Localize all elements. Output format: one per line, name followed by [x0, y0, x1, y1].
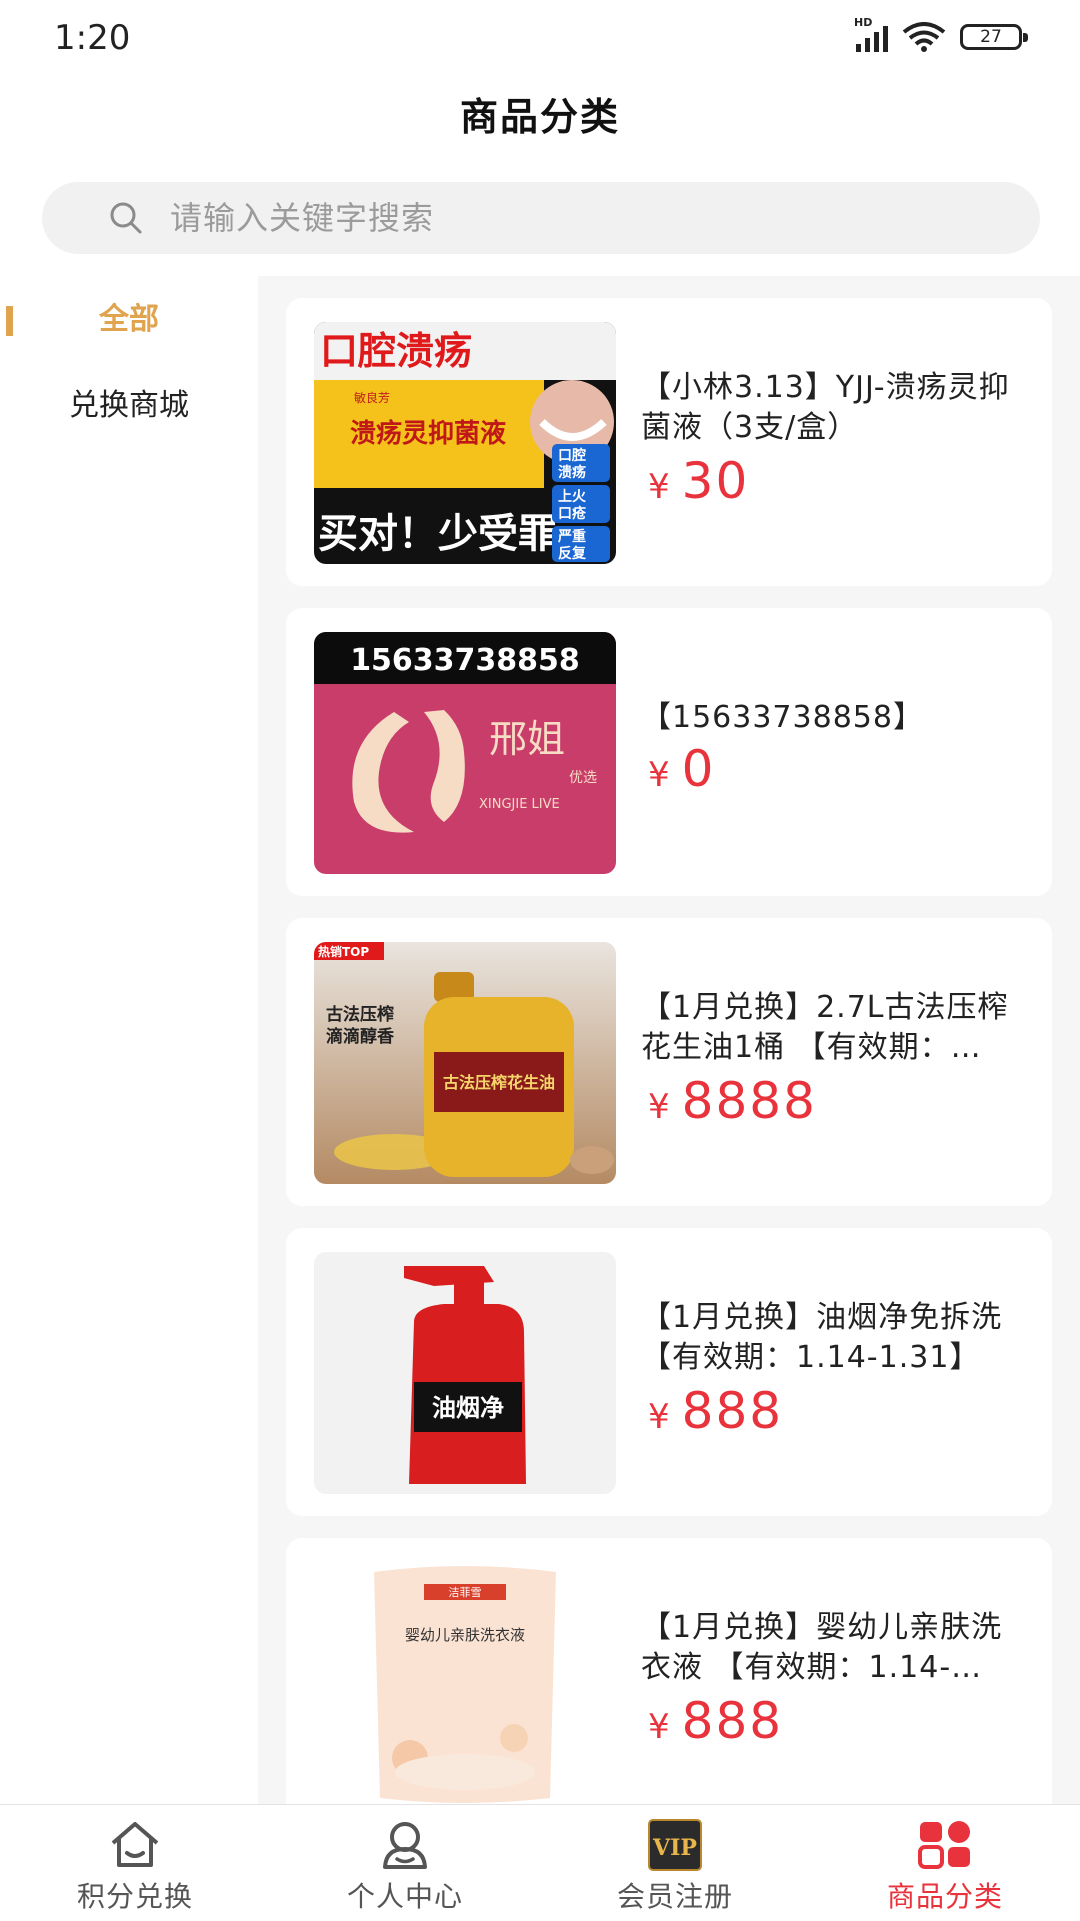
currency-symbol: ¥ — [648, 1707, 670, 1747]
product-image: 油烟净 — [314, 1252, 616, 1494]
sidebar-item-label: 兑换商城 — [69, 388, 189, 423]
price-value: 888 — [681, 1692, 784, 1750]
product-card[interactable]: 油烟净 【1月兑换】油烟净免拆洗 【有效期：1.14-1.31】 ¥888 — [286, 1228, 1052, 1516]
product-list[interactable]: 口腔溃疡 敏良芳 溃疡灵抑菌液 买对！少受罪 口腔 溃疡 上火 口疮 严重 反复… — [258, 276, 1080, 1804]
svg-text:口腔: 口腔 — [558, 447, 586, 464]
sidebar-item-label: 全部 — [99, 302, 159, 337]
product-title: 【1月兑换】油烟净免拆洗 【有效期：1.14-1.31】 — [641, 1300, 1003, 1375]
product-card[interactable]: 15633738858 邢姐 优选 XINGJIE LIVE 【15633738… — [286, 608, 1052, 896]
category-grid-icon — [918, 1821, 970, 1869]
price-value: 888 — [681, 1382, 784, 1440]
product-title: 【15633738858】 — [641, 700, 924, 735]
sidebar-item-exchange-mall[interactable]: 兑换商城 — [0, 366, 258, 446]
status-time: 1:20 — [54, 18, 131, 58]
price-value: 0 — [681, 740, 716, 798]
svg-text:洁菲雪: 洁菲雪 — [449, 1586, 482, 1599]
product-price: ¥8888 — [648, 1072, 817, 1130]
svg-text:VIP: VIP — [652, 1835, 697, 1861]
currency-symbol: ¥ — [648, 755, 670, 795]
signal-icon: HD — [854, 16, 888, 52]
svg-text:滴滴醇香: 滴滴醇香 — [326, 1026, 394, 1047]
svg-text:邢姐: 邢姐 — [489, 717, 565, 761]
person-icon — [383, 1822, 427, 1869]
search-bar[interactable] — [42, 182, 1040, 254]
svg-text:古法压榨: 古法压榨 — [326, 1004, 394, 1025]
product-card[interactable]: 口腔溃疡 敏良芳 溃疡灵抑菌液 买对！少受罪 口腔 溃疡 上火 口疮 严重 反复… — [286, 298, 1052, 586]
product-image: 洁菲雪 婴幼儿亲肤洗衣液 — [314, 1562, 616, 1804]
search-icon — [110, 202, 142, 234]
vip-icon: VIP — [648, 1819, 702, 1871]
product-title: 【1月兑换】2.7L古法压榨花生油1桶 【有效期：1.14-1.31】 — [641, 990, 1009, 1065]
product-image: 15633738858 邢姐 优选 XINGJIE LIVE — [314, 632, 616, 874]
currency-symbol: ¥ — [648, 1087, 670, 1127]
svg-text:古法压榨花生油: 古法压榨花生油 — [443, 1073, 555, 1092]
price-value: 8888 — [681, 1072, 817, 1130]
tab-personal-center[interactable]: 个人中心 — [270, 1805, 540, 1921]
svg-text:口疮: 口疮 — [558, 505, 586, 522]
wifi-icon — [902, 22, 946, 52]
svg-text:买对！少受罪: 买对！少受罪 — [318, 511, 558, 557]
tab-label: 商品分类 — [886, 1880, 1003, 1913]
svg-text:溃疡: 溃疡 — [558, 464, 586, 481]
svg-text:婴幼儿亲肤洗衣液: 婴幼儿亲肤洗衣液 — [405, 1626, 525, 1644]
svg-text:油烟净: 油烟净 — [432, 1394, 504, 1422]
active-indicator — [6, 306, 13, 336]
search-input[interactable] — [168, 198, 972, 238]
product-image: 口腔溃疡 敏良芳 溃疡灵抑菌液 买对！少受罪 口腔 溃疡 上火 口疮 严重 反复 — [314, 322, 616, 564]
svg-text:优选: 优选 — [569, 770, 597, 786]
svg-text:溃疡灵抑菌液: 溃疡灵抑菌液 — [350, 418, 506, 449]
sidebar-item-all[interactable]: 全部 — [0, 280, 258, 360]
tab-product-category[interactable]: 商品分类 — [810, 1805, 1080, 1921]
product-price: ¥0 — [648, 740, 715, 798]
network-type: HD — [854, 16, 873, 29]
status-bar: 1:20 HD 27 — [0, 0, 1080, 78]
product-price: ¥888 — [648, 1382, 783, 1440]
category-sidebar: 全部 兑换商城 — [0, 276, 258, 1804]
tab-label: 个人中心 — [346, 1880, 463, 1913]
svg-text:严重: 严重 — [557, 528, 586, 545]
product-card[interactable]: 热销TOP 古法压榨 滴滴醇香 古法压榨花生油 【1月兑换】2.7L古法压榨花生… — [286, 918, 1052, 1206]
svg-text:15633738858: 15633738858 — [350, 643, 580, 678]
tab-label: 积分兑换 — [76, 1880, 193, 1913]
product-title: 【小林3.13】YJJ-溃疡灵抑菌液（3支/盒） — [641, 370, 1010, 445]
image-banner-text: 口腔溃疡 — [320, 329, 472, 373]
status-icons: HD 27 — [854, 16, 1028, 52]
svg-text:敏良芳: 敏良芳 — [354, 390, 390, 405]
product-title: 【1月兑换】婴幼儿亲肤洗衣液 【有效期：1.14-1.31】 — [641, 1610, 1003, 1685]
home-icon — [111, 1822, 159, 1867]
product-card[interactable]: 洁菲雪 婴幼儿亲肤洗衣液 【1月兑换】婴幼儿亲肤洗衣液 【有效期：1.14-1.… — [286, 1538, 1052, 1804]
product-image: 热销TOP 古法压榨 滴滴醇香 古法压榨花生油 — [314, 942, 616, 1184]
bottom-tab-bar: 积分兑换 个人中心 VIP 会员注册 商品分类 — [0, 1804, 1080, 1921]
product-price: ¥888 — [648, 1692, 783, 1750]
currency-symbol: ¥ — [648, 467, 670, 507]
svg-text:热销TOP: 热销TOP — [318, 944, 369, 959]
product-price: ¥30 — [648, 452, 749, 510]
page-title: 商品分类 — [459, 95, 620, 139]
battery-icon: 27 — [960, 24, 1028, 50]
tab-points-exchange[interactable]: 积分兑换 — [0, 1805, 270, 1921]
svg-text:上火: 上火 — [558, 489, 587, 505]
svg-text:反复: 反复 — [558, 545, 587, 562]
currency-symbol: ¥ — [648, 1397, 670, 1437]
tab-label: 会员注册 — [616, 1880, 733, 1913]
tab-member-register[interactable]: VIP 会员注册 — [540, 1805, 810, 1921]
svg-text:XINGJIE LIVE: XINGJIE LIVE — [479, 797, 560, 812]
price-value: 30 — [681, 452, 750, 510]
